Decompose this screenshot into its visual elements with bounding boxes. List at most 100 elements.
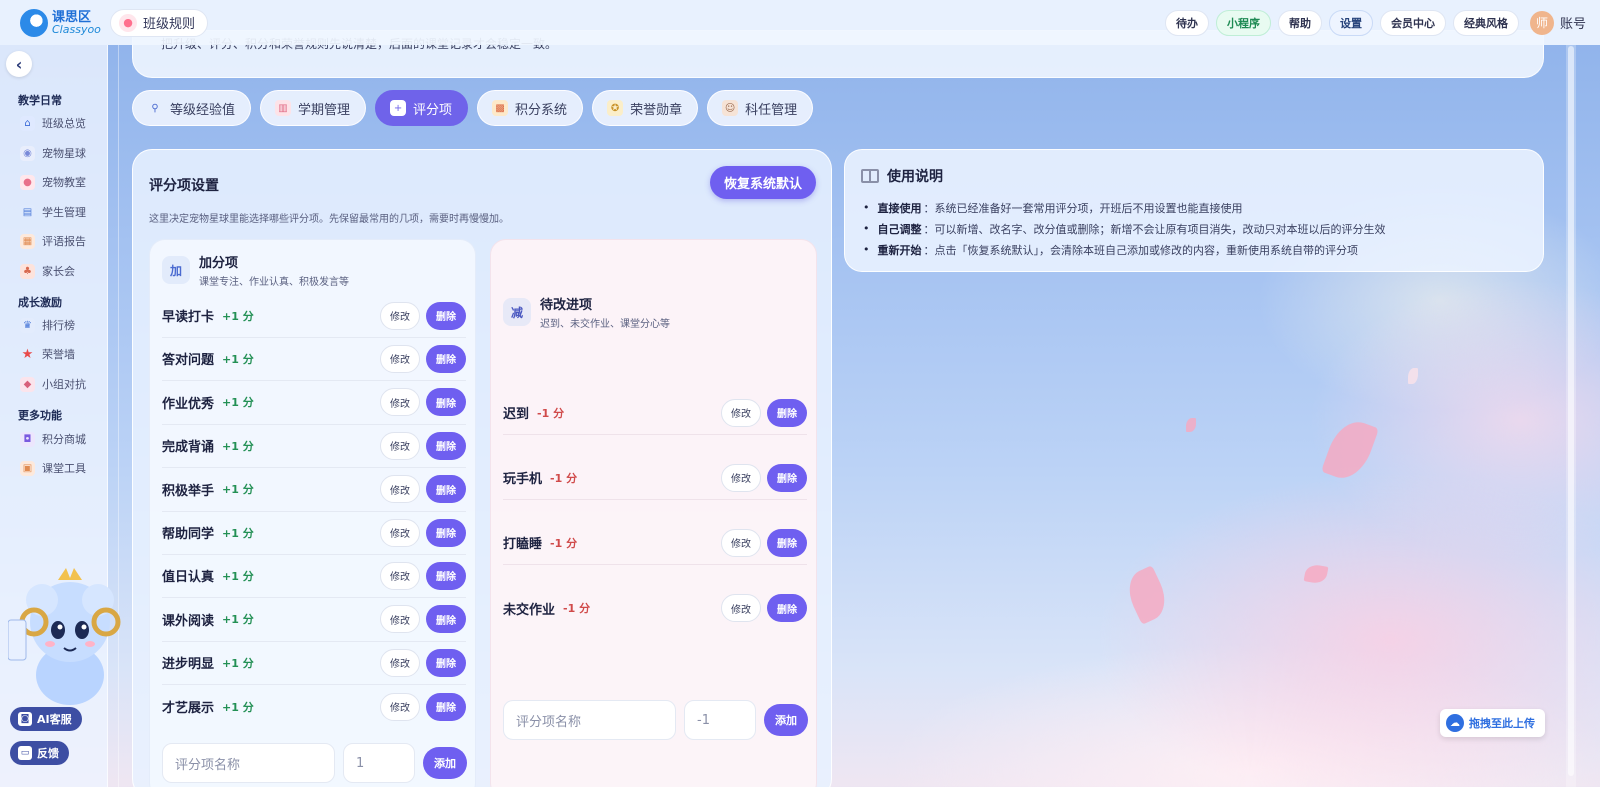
sidebar-item-comment-report[interactable]: ▦ 评语报告 — [20, 233, 86, 249]
delete-button[interactable]: 删除 — [426, 561, 466, 590]
plus-column-header: 加 加分项 课堂专注、作业认真、积极发言等 — [162, 252, 349, 288]
score-item-value: -1 分 — [537, 406, 565, 420]
plus-item-name-input[interactable]: 评分项名称 — [162, 743, 335, 783]
delete-button[interactable]: 删除 — [426, 605, 466, 634]
score-item-value: +1 分 — [222, 396, 254, 410]
minus-badge: 减 — [503, 298, 531, 326]
score-item-name: 打瞌睡 — [503, 537, 543, 552]
tab-subject-teachers[interactable]: ☺ 科任管理 — [707, 90, 814, 126]
score-item-row: 作业优秀 +1 分 修改 删除 — [162, 381, 466, 425]
delete-button[interactable]: 删除 — [767, 528, 807, 557]
class-rules-chip[interactable]: ● 班级规则 — [110, 8, 209, 37]
score-item-value: +1 分 — [222, 439, 254, 453]
edit-button[interactable]: 修改 — [380, 518, 420, 547]
help-list: 直接使用：系统已经准备好一套常用评分项，开班后不用设置也能直接使用 自己调整：可… — [863, 197, 1386, 260]
tab-label: 等级经验值 — [170, 102, 236, 118]
edit-button[interactable]: 修改 — [380, 431, 420, 460]
shopping-bag-icon: ◘ — [20, 431, 35, 447]
teacher-icon: ☺ — [722, 100, 739, 116]
toolbox-icon: ▣ — [20, 460, 35, 476]
tab-points-system[interactable]: ▩ 积分系统 — [477, 90, 584, 126]
plus-add-button[interactable]: 添加 — [423, 747, 467, 779]
edit-button[interactable]: 修改 — [380, 344, 420, 373]
app-logo[interactable]: 课思区 Classyoo — [20, 8, 104, 37]
sidebar-item-honor-wall[interactable]: ★ 荣誉墙 — [20, 346, 75, 362]
tab-level-exp[interactable]: ⚲ 等级经验值 — [132, 90, 252, 126]
logo-cn-text: 课思区 — [52, 9, 92, 25]
sidebar-item-student-management[interactable]: ▤ 学生管理 — [20, 204, 86, 220]
tab-label: 荣誉勋章 — [630, 102, 683, 118]
edit-button[interactable]: 修改 — [380, 388, 420, 417]
classic-style-button[interactable]: 经典风格 — [1452, 9, 1519, 36]
score-item-name: 值日认真 — [162, 570, 215, 586]
plus-badge: 加 — [162, 256, 190, 284]
minus-add-button[interactable]: 添加 — [764, 704, 808, 736]
plus-add-row: 评分项名称 1 添加 — [162, 743, 467, 783]
score-item-name: 早读打卡 — [162, 310, 215, 325]
delete-button[interactable]: 删除 — [767, 594, 807, 622]
score-item-row: 玩手机 -1 分 修改 删除 — [503, 456, 807, 500]
delete-button[interactable]: 删除 — [426, 301, 466, 330]
paw-icon: ● — [119, 13, 137, 32]
sidebar-item-points-mall[interactable]: ◘ 积分商城 — [20, 431, 86, 447]
help-button[interactable]: 帮助 — [1277, 9, 1322, 36]
todo-button[interactable]: 待办 — [1164, 9, 1209, 36]
minus-item-value-input[interactable]: -1 — [684, 700, 756, 740]
edit-button[interactable]: 修改 — [721, 398, 761, 427]
member-center-button[interactable]: 会员中心 — [1379, 9, 1446, 36]
score-item-row: 才艺展示 +1 分 修改 删除 — [162, 685, 466, 729]
collapse-sidebar-button[interactable]: ‹ — [6, 51, 32, 77]
sidebar-item-label: 宠物星球 — [42, 147, 86, 160]
tab-scoring-items[interactable]: + 评分项 — [375, 90, 469, 126]
sidebar-item-pet-classroom[interactable]: ● 宠物教室 — [20, 174, 86, 190]
plus-item-value-input[interactable]: 1 — [343, 743, 415, 783]
edit-button[interactable]: 修改 — [721, 528, 761, 557]
delete-button[interactable]: 删除 — [426, 388, 466, 417]
tab-semester[interactable]: ▥ 学期管理 — [260, 90, 367, 126]
sidebar-item-classroom-tools[interactable]: ▣ 课堂工具 — [20, 460, 86, 476]
delete-button[interactable]: 删除 — [767, 463, 807, 492]
feedback-button[interactable]: ▭ 反馈 — [10, 741, 69, 765]
score-item-value: -1 分 — [550, 536, 578, 550]
score-item-name: 帮助同学 — [162, 527, 215, 542]
ai-service-button[interactable]: ◙ AI客服 — [10, 707, 82, 731]
score-item-value: +1 分 — [222, 352, 254, 366]
scrollbar-thumb[interactable] — [1568, 46, 1574, 776]
logo-en-text: Classyoo — [52, 22, 101, 36]
delete-button[interactable]: 删除 — [426, 518, 466, 547]
tab-honor-badges[interactable]: ✪ 荣誉勋章 — [592, 90, 699, 126]
delete-button[interactable]: 删除 — [426, 344, 466, 373]
delete-button[interactable]: 删除 — [426, 431, 466, 460]
help-item: 重新开始：点击「恢复系统默认」，会清除本班自己添加或修改的内容，重新使用系统自带… — [863, 239, 1386, 260]
edit-button[interactable]: 修改 — [380, 301, 420, 330]
sidebar-item-leaderboard[interactable]: ♛ 排行榜 — [20, 317, 75, 333]
gift-icon: ▩ — [492, 100, 509, 116]
settings-button[interactable]: 设置 — [1328, 9, 1373, 36]
drag-upload-button[interactable]: ☁ 拖拽至此上传 — [1440, 709, 1545, 737]
sidebar-item-class-overview[interactable]: ⌂ 班级总览 — [20, 115, 86, 131]
score-item-name: 课外阅读 — [162, 613, 215, 629]
score-item-value: -1 分 — [563, 602, 591, 615]
delete-button[interactable]: 删除 — [426, 648, 466, 677]
sidebar-item-group-battle[interactable]: ◆ 小组对抗 — [20, 376, 86, 392]
delete-button[interactable]: 删除 — [426, 475, 466, 504]
restore-default-button[interactable]: 恢复系统默认 — [710, 166, 817, 199]
edit-button[interactable]: 修改 — [721, 463, 761, 492]
edit-button[interactable]: 修改 — [721, 594, 761, 622]
edit-button[interactable]: 修改 — [380, 605, 420, 634]
delete-button[interactable]: 删除 — [426, 692, 466, 721]
minus-item-name-input[interactable]: 评分项名称 — [503, 700, 676, 740]
mini-program-button[interactable]: 小程序 — [1215, 9, 1271, 36]
edit-button[interactable]: 修改 — [380, 692, 420, 721]
sidebar-item-label: 排行榜 — [42, 319, 75, 332]
edit-button[interactable]: 修改 — [380, 648, 420, 677]
edit-button[interactable]: 修改 — [380, 475, 420, 504]
edit-button[interactable]: 修改 — [380, 561, 420, 590]
help-item-text: ：可以新增、改名字、改分值或删除；新增不会让原有项目消失，改动只对本班以后的评分… — [923, 222, 1386, 236]
delete-button[interactable]: 删除 — [767, 398, 807, 427]
sidebar-item-parent-meeting[interactable]: ♣ 家长会 — [20, 263, 75, 279]
sidebar-item-pet-planet[interactable]: ◉ 宠物星球 — [20, 145, 86, 161]
account-menu[interactable]: 师 账号 — [1529, 10, 1586, 35]
sidebar-item-label: 小组对抗 — [42, 378, 86, 391]
column-subtitle: 迟到、未交作业、课堂分心等 — [540, 319, 670, 330]
